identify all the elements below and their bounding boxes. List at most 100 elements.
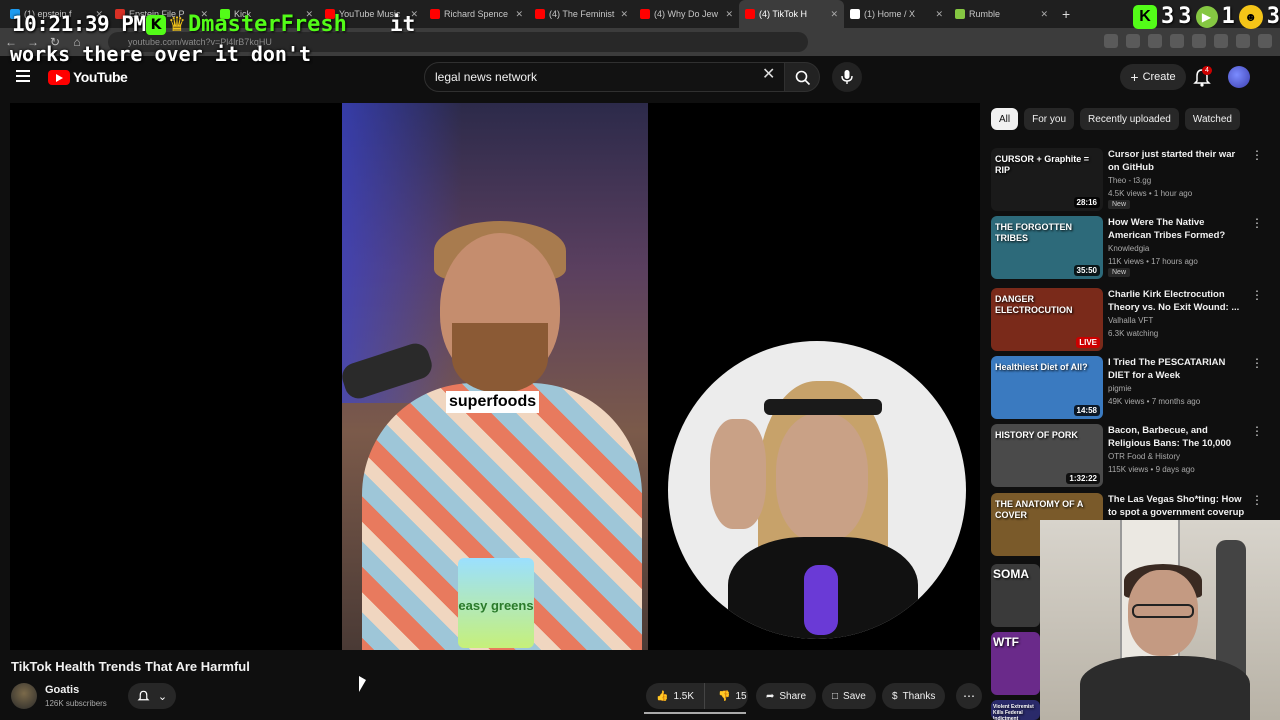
video-thumbnail[interactable]: THE FORGOTTEN TRIBES 35:50	[991, 216, 1103, 279]
new-tab-icon[interactable]: +	[1054, 6, 1078, 22]
subscriber-count: 126K subscribers	[45, 699, 107, 708]
search-button[interactable]	[784, 62, 820, 92]
filter-chip[interactable]: For you	[1024, 108, 1075, 130]
voice-search-button[interactable]	[832, 62, 862, 92]
rumble-icon	[955, 9, 965, 19]
close-tab-icon[interactable]: ✕	[725, 9, 733, 20]
browser-tab[interactable]: (1) Home / X ✕	[844, 0, 949, 28]
related-video-channel[interactable]: pigmie	[1108, 384, 1132, 393]
kebab-menu-icon[interactable]: ⋮	[1251, 424, 1263, 438]
youtube-icon	[535, 9, 545, 19]
kick-icon: K	[146, 14, 166, 35]
extension-icon[interactable]	[1258, 34, 1272, 48]
kebab-menu-icon[interactable]: ⋮	[1251, 288, 1263, 302]
related-video-item[interactable]: DANGER ELECTROCUTION LIVE Charlie Kirk Ele…	[991, 288, 1271, 354]
extension-icon[interactable]	[1214, 34, 1228, 48]
streamer-overlay: K ♛ DmasterFresh	[146, 12, 347, 37]
close-tab-icon[interactable]: ✕	[515, 9, 523, 20]
new-badge: New	[1108, 268, 1131, 277]
menu-icon[interactable]	[16, 70, 30, 82]
thumbnail-text: HISTORY OF PORK	[995, 430, 1078, 440]
subscription-bell-button[interactable]: ⌄	[128, 683, 176, 709]
browser-tab-label: (4) TikTok H	[759, 9, 808, 19]
share-button[interactable]: ➦ Share	[756, 683, 817, 709]
browser-tab[interactable]: (4) The Feminist ✕	[529, 0, 634, 28]
channel-name[interactable]: Goatis	[45, 684, 79, 696]
extension-icon[interactable]	[1170, 34, 1184, 48]
related-video-meta: 6.3K watching	[1108, 329, 1159, 338]
filter-chip[interactable]: Watched	[1184, 108, 1240, 130]
search-input[interactable]	[435, 70, 755, 84]
browser-tab[interactable]: Rumble ✕	[949, 0, 1054, 28]
plus-icon: +	[1130, 69, 1139, 85]
related-video-item[interactable]: HISTORY OF PORK 1:32:22 Bacon, Barbecue, a…	[991, 424, 1271, 490]
more-actions-button[interactable]: ⋯	[956, 683, 982, 709]
extension-icon[interactable]	[1236, 34, 1250, 48]
browser-tab-label: (1) Home / X	[864, 9, 916, 19]
browser-tab[interactable]: Richard Spence ✕	[424, 0, 529, 28]
video-thumbnail[interactable]: WTF	[991, 632, 1040, 695]
account-avatar[interactable]	[1228, 66, 1250, 88]
save-button[interactable]: □ Save	[822, 683, 876, 709]
streamer-webcam	[1040, 520, 1280, 720]
youtube-logo[interactable]: YouTube	[48, 69, 128, 85]
video-thumbnail[interactable]: DANGER ELECTROCUTION LIVE	[991, 288, 1103, 351]
related-video-item[interactable]: CURSOR + Graphite = RIP 28:16 Cursor just …	[991, 148, 1271, 214]
close-tab-icon[interactable]: ✕	[935, 9, 943, 20]
streamer-name: DmasterFresh	[187, 12, 347, 37]
kebab-menu-icon[interactable]: ⋮	[1251, 216, 1263, 230]
close-tab-icon[interactable]: ✕	[620, 9, 628, 20]
youtube-icon	[745, 9, 755, 19]
like-button[interactable]: 👍 1.5K	[646, 683, 706, 709]
youtube-wordmark: YouTube	[73, 69, 128, 85]
related-video-channel[interactable]: OTR Food & History	[1108, 452, 1180, 461]
search-box[interactable]	[424, 62, 788, 92]
related-video-title[interactable]: I Tried The PESCATARIAN DIET for a Week	[1108, 356, 1248, 382]
thumbnail-text: Healthiest Diet of All?	[995, 362, 1088, 372]
browser-tab[interactable]: (4) Why Do Jew ✕	[634, 0, 739, 28]
related-filter-chips: All For you Recently uploaded Watched	[991, 108, 1240, 130]
related-video-channel[interactable]: Knowledgia	[1108, 244, 1149, 253]
kebab-menu-icon[interactable]: ⋮	[1251, 493, 1263, 507]
related-video-title[interactable]: The Las Vegas Sho*ting: How to spot a go…	[1108, 493, 1248, 519]
clear-search-icon[interactable]: ✕	[762, 67, 775, 83]
related-video-channel[interactable]: Theo - t3.gg	[1108, 176, 1151, 185]
related-video-title[interactable]: Bacon, Barbecue, and Religious Bans: The…	[1108, 424, 1248, 450]
related-video-title[interactable]: Charlie Kirk Electrocution Theory vs. No…	[1108, 288, 1248, 314]
youtube-play-icon	[48, 69, 70, 85]
filter-chip[interactable]: Recently uploaded	[1080, 108, 1179, 130]
browser-tab[interactable]: (4) TikTok H ✕	[739, 0, 844, 28]
kebab-menu-icon[interactable]: ⋮	[1251, 356, 1263, 370]
related-video-title[interactable]: How Were The Native American Tribes Form…	[1108, 216, 1248, 242]
video-thumbnail[interactable]: Violent Extremist Kills Federal Indictme…	[991, 700, 1040, 720]
video-thumbnail[interactable]: SOMA	[991, 564, 1040, 627]
extension-icon[interactable]	[1104, 34, 1118, 48]
video-thumbnail[interactable]: Healthiest Diet of All? 14:58	[991, 356, 1103, 419]
close-tab-icon[interactable]: ✕	[1040, 9, 1048, 20]
filter-chip[interactable]: All	[991, 108, 1019, 130]
dislike-button[interactable]: 👎 15	[710, 691, 755, 702]
extension-icon[interactable]	[1148, 34, 1162, 48]
video-thumbnail[interactable]: CURSOR + Graphite = RIP 28:16	[991, 148, 1103, 211]
related-video-item[interactable]: Healthiest Diet of All? 14:58 I Tried The …	[991, 356, 1271, 422]
related-video-item[interactable]: THE FORGOTTEN TRIBES 35:50 How Were The Na…	[991, 216, 1271, 282]
like-ratio-bar	[644, 712, 746, 714]
related-video-title[interactable]: Cursor just started their war on GitHub	[1108, 148, 1248, 174]
thumbnail-text: THE ANATOMY OF A COVER	[995, 499, 1084, 520]
browser-tab-label: (4) The Feminist	[549, 9, 615, 19]
create-label: Create	[1142, 71, 1176, 83]
extensions-bar	[1104, 34, 1272, 48]
thanks-button[interactable]: $ Thanks	[882, 683, 946, 709]
extension-icon[interactable]	[1192, 34, 1206, 48]
kebab-menu-icon[interactable]: ⋮	[1251, 148, 1263, 162]
browser-tab-label: Richard Spence	[444, 9, 509, 19]
duration-badge: 14:58	[1073, 405, 1100, 416]
create-button[interactable]: + Create	[1120, 64, 1186, 90]
related-video-meta: 11K views • 17 hours ago	[1108, 257, 1198, 266]
video-thumbnail[interactable]: HISTORY OF PORK 1:32:22	[991, 424, 1103, 487]
duration-badge: 28:16	[1073, 197, 1100, 208]
extension-icon[interactable]	[1126, 34, 1140, 48]
related-video-channel[interactable]: Valhalla VFT	[1108, 316, 1153, 325]
channel-avatar[interactable]	[11, 683, 37, 709]
close-tab-icon[interactable]: ✕	[830, 9, 838, 20]
